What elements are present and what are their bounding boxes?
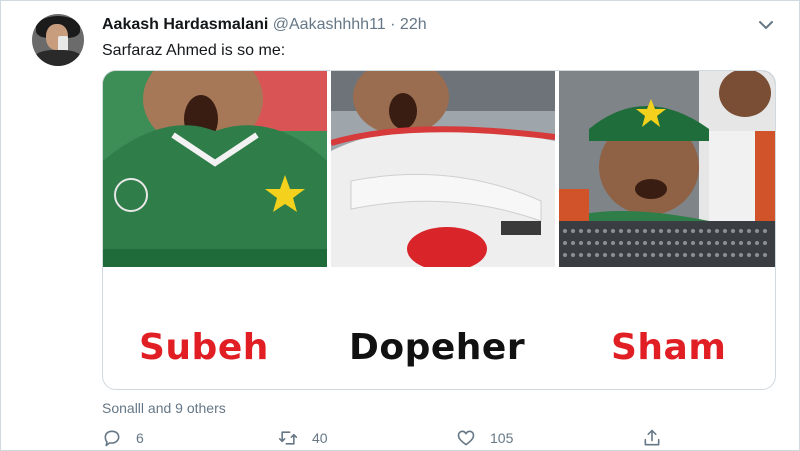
separator-dot: · xyxy=(390,16,396,33)
caption-dopeher: Dopeher xyxy=(349,327,526,368)
like-count: 105 xyxy=(490,430,514,446)
tweet-media[interactable]: Subeh Dopeher Sham xyxy=(102,70,776,390)
media-panel-morning xyxy=(103,71,327,267)
media-panel-afternoon xyxy=(331,71,555,267)
caption-subeh: Subeh xyxy=(139,327,269,368)
meme-photo-yawning-green-jersey xyxy=(103,71,327,267)
caption-sham: Sham xyxy=(611,327,727,368)
meme-photo-yawning-white-kit xyxy=(331,71,555,267)
liked-by-text[interactable]: Sonalll and 9 others xyxy=(102,400,226,416)
like-button[interactable]: 105 xyxy=(456,428,513,448)
media-panel-evening xyxy=(559,71,775,267)
author-handle[interactable]: @Aakashhhh11 xyxy=(273,16,386,33)
heart-icon xyxy=(457,430,475,446)
retweet-count: 40 xyxy=(312,430,328,446)
tweet-text: Sarfaraz Ahmed is so me: xyxy=(102,42,286,59)
reply-button[interactable]: 6 xyxy=(102,428,144,448)
share-icon xyxy=(644,429,660,446)
tweet-timestamp[interactable]: 22h xyxy=(400,16,427,33)
share-button[interactable] xyxy=(642,428,676,448)
avatar-body xyxy=(34,50,82,66)
retweet-button[interactable]: 40 xyxy=(278,428,328,448)
reply-count: 6 xyxy=(136,430,144,446)
action-bar: 6 40 105 xyxy=(102,428,702,450)
chevron-down-icon[interactable] xyxy=(756,16,776,34)
author-name[interactable]: Aakash Hardasmalani xyxy=(102,16,268,33)
meme-photo-shouting-green-cap xyxy=(559,71,775,267)
reply-icon xyxy=(104,430,120,447)
tweet-header: Aakash Hardasmalani @Aakashhhh11 · 22h xyxy=(102,16,427,36)
retweet-icon xyxy=(278,431,298,445)
avatar[interactable] xyxy=(32,14,84,66)
